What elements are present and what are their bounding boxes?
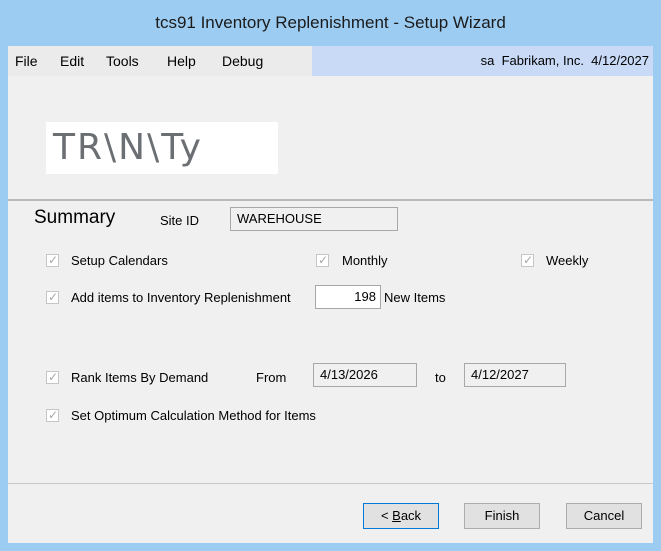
menu-tools[interactable]: Tools (106, 46, 139, 76)
summary-heading: Summary (34, 207, 116, 228)
weekly-checkbox[interactable]: ✓ (521, 253, 534, 267)
to-label: to (435, 370, 446, 385)
trinity-logo: TR\N\Ty (46, 122, 278, 174)
summary-panel: Summary Site ID WAREHOUSE ✓ Setup Calend… (8, 201, 653, 483)
new-items-count-field[interactable]: 198 (315, 285, 381, 309)
back-label-rest: ack (400, 508, 422, 523)
check-mark-icon: ✓ (48, 253, 59, 267)
site-id-label: Site ID (160, 213, 200, 228)
wizard-window: tcs91 Inventory Replenishment - Setup Wi… (0, 0, 661, 551)
weekly-label: Weekly (546, 253, 589, 268)
check-mark-icon: ✓ (523, 253, 534, 267)
back-accelerator: B (392, 508, 401, 523)
monthly-label: Monthly (342, 253, 388, 268)
user-company-date-status: sa Fabrikam, Inc. 4/12/2027 (312, 46, 653, 76)
menu-debug[interactable]: Debug (222, 46, 263, 76)
to-date-field[interactable]: 4/12/2027 (464, 363, 566, 387)
from-label: From (256, 370, 287, 385)
check-mark-icon: ✓ (48, 408, 59, 422)
optimum-method-checkbox[interactable]: ✓ (46, 408, 59, 422)
button-bar: < Back Finish Cancel (8, 484, 653, 543)
menu-edit[interactable]: Edit (60, 46, 84, 76)
check-mark-icon: ✓ (48, 290, 59, 304)
rank-items-checkbox[interactable]: ✓ (46, 370, 59, 384)
finish-button[interactable]: Finish (464, 503, 540, 529)
check-mark-icon: ✓ (318, 253, 329, 267)
site-id-field[interactable]: WAREHOUSE (230, 207, 398, 231)
back-button[interactable]: < Back (363, 503, 439, 529)
window-title: tcs91 Inventory Replenishment - Setup Wi… (0, 0, 661, 46)
setup-calendars-label: Setup Calendars (71, 253, 168, 268)
menu-help[interactable]: Help (167, 46, 196, 76)
menu-bar: File Edit Tools Help Debug sa Fabrikam, … (8, 46, 653, 76)
setup-calendars-checkbox[interactable]: ✓ (46, 253, 59, 267)
add-items-label: Add items to Inventory Replenishment (71, 290, 291, 305)
add-items-checkbox[interactable]: ✓ (46, 290, 59, 304)
rank-items-label: Rank Items By Demand (71, 370, 209, 385)
back-prefix: < (380, 508, 393, 523)
from-date-field[interactable]: 4/13/2026 (313, 363, 417, 387)
optimum-method-label: Set Optimum Calculation Method for Items (71, 408, 316, 423)
menu-file[interactable]: File (15, 46, 38, 76)
check-mark-icon: ✓ (48, 370, 59, 384)
logo-text: TR\N\Ty (53, 127, 203, 168)
monthly-checkbox[interactable]: ✓ (316, 253, 329, 267)
new-items-label: New Items (384, 290, 446, 305)
cancel-button[interactable]: Cancel (566, 503, 642, 529)
banner-panel: TR\N\Ty (8, 76, 653, 200)
